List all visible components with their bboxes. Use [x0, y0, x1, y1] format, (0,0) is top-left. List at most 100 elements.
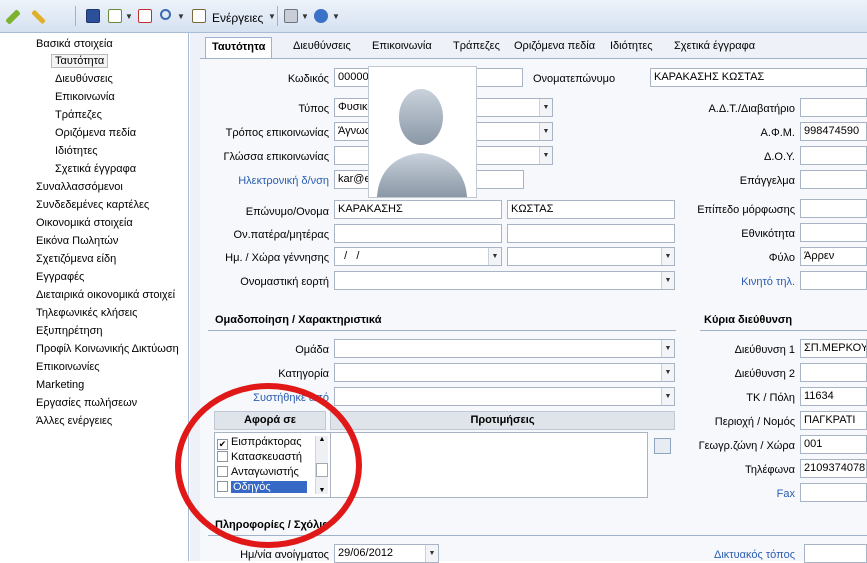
sidebar-item-custom-fields[interactable]: Οριζόμενα πεδία [55, 127, 136, 139]
sidebar-item-basic[interactable]: Βασικά στοιχεία [36, 38, 113, 50]
sidebar-item-identity[interactable]: Ταυτότητα [51, 54, 109, 68]
website-field[interactable] [804, 544, 867, 563]
actions-dropdown-chevron-icon[interactable]: ▼ [268, 12, 276, 21]
tab-banks[interactable]: Τράπεζες [447, 37, 506, 57]
sidebar-item-social-profile[interactable]: Προφίλ Κοινωνικής Δικτύωση [36, 343, 179, 355]
occupation-label: Επάγγελμα [739, 175, 795, 187]
opening-date-field[interactable]: 29/06/2012 ▼ [334, 544, 439, 563]
group-label: Ομάδα [295, 344, 329, 356]
sidebar-item-service[interactable]: Εξυπηρέτηση [36, 325, 103, 337]
sidebar-item-sellers[interactable]: Εικόνα Πωλητών [36, 235, 118, 247]
birthdate-field[interactable]: / / ▼ [334, 247, 502, 266]
zip-field[interactable]: 11634 [800, 387, 867, 406]
chevron-down-icon[interactable]: ▼ [661, 248, 674, 265]
preferences-box[interactable] [330, 432, 648, 498]
address2-field[interactable] [800, 363, 867, 382]
area-field[interactable]: ΠΑΓΚΡΑΤΙ [800, 411, 867, 430]
fullname-field[interactable]: ΚΑΡΑΚΑΣΗΣ ΚΩΣΤΑΣ [650, 68, 867, 87]
mother-field[interactable] [507, 224, 675, 243]
address1-field[interactable]: ΣΠ.ΜΕΡΚΟΥ [800, 339, 867, 358]
help-icon[interactable] [314, 9, 328, 23]
help-dropdown-chevron-icon[interactable]: ▼ [332, 12, 340, 21]
fax-label[interactable]: Fax [777, 488, 795, 500]
education-field[interactable] [800, 199, 867, 218]
sidebar: Βασικά στοιχεία Ταυτότητα Διευθύνσεις Επ… [0, 33, 189, 561]
surname-field[interactable]: ΚΑΡΑΚΑΣΗΣ [334, 200, 502, 219]
calendar-dropdown-icon[interactable]: ▼ [488, 248, 501, 265]
sidebar-item-documents[interactable]: Σχετικά έγγραφα [55, 163, 136, 175]
sidebar-item-other-actions[interactable]: Άλλες ενέργειες [36, 415, 112, 427]
chevron-down-icon[interactable]: ▼ [661, 364, 674, 381]
sidebar-item-communication[interactable]: Επικοινωνία [55, 91, 115, 103]
chevron-down-icon[interactable]: ▼ [661, 272, 674, 289]
new-record-icon[interactable] [108, 9, 122, 23]
email-label[interactable]: Ηλεκτρονική δ/νση [238, 175, 329, 187]
chevron-down-icon[interactable]: ▼ [539, 147, 552, 164]
father-field[interactable] [334, 224, 502, 243]
sidebar-item-traders[interactable]: Συναλλασσόμενοι [36, 181, 123, 193]
tab-identity[interactable]: Ταυτότητα [205, 37, 273, 59]
sidebar-item-communications[interactable]: Επικοινωνίες [36, 361, 100, 373]
list-picker-icon[interactable] [654, 438, 671, 454]
sidebar-item-linked-cards[interactable]: Συνδεδεμένες καρτέλες [36, 199, 149, 211]
avatar[interactable] [368, 66, 477, 198]
save-icon[interactable] [86, 9, 100, 23]
category-combo[interactable]: ▼ [334, 363, 675, 382]
sidebar-item-sales-tasks[interactable]: Εργασίες πωλήσεων [36, 397, 137, 409]
document-icon[interactable] [192, 9, 206, 23]
chevron-down-icon[interactable]: ▼ [539, 99, 552, 116]
website-label[interactable]: Δικτυακός τόπος [714, 549, 795, 561]
delete-icon[interactable] [138, 9, 152, 23]
search-icon[interactable] [160, 9, 171, 20]
chevron-down-icon[interactable]: ▼ [539, 123, 552, 140]
fax-field[interactable] [800, 483, 867, 502]
calendar-dropdown-icon[interactable]: ▼ [425, 545, 438, 562]
tax-office-label: Δ.Ο.Υ. [763, 151, 795, 163]
tax-office-field[interactable] [800, 146, 867, 165]
mobile-field[interactable] [800, 271, 867, 290]
sidebar-item-financial[interactable]: Οικονομικά στοιχεία [36, 217, 133, 229]
search-dropdown-chevron-icon[interactable]: ▼ [177, 12, 185, 21]
birth-country-combo[interactable]: ▼ [507, 247, 675, 266]
toolbar-separator [277, 6, 278, 26]
phone-field[interactable]: 2109374078 [800, 459, 867, 478]
chevron-down-icon[interactable]: ▼ [661, 388, 674, 405]
referred-by-combo[interactable]: ▼ [334, 387, 675, 406]
tab-communication[interactable]: Επικοινωνία [366, 37, 438, 57]
person-silhouette-icon [377, 89, 467, 197]
sidebar-item-intercompany[interactable]: Διεταιρικά οικονομικά στοιχεί [36, 289, 175, 301]
sidebar-item-banks[interactable]: Τράπεζες [55, 109, 102, 121]
tab-documents[interactable]: Σχετικά έγγραφα [668, 37, 761, 57]
sidebar-item-entries[interactable]: Εγγραφές [36, 271, 84, 283]
gender-field[interactable]: Άρρεν [800, 247, 867, 266]
tab-addresses[interactable]: Διευθύνσεις [287, 37, 357, 57]
afm-field[interactable]: 998474590 [800, 122, 867, 141]
opening-date-value: 29/06/2012 [338, 547, 394, 559]
occupation-field[interactable] [800, 170, 867, 189]
print-dropdown-chevron-icon[interactable]: ▼ [301, 12, 309, 21]
chevron-down-icon[interactable]: ▼ [661, 340, 674, 357]
category-label: Κατηγορία [278, 368, 329, 380]
id-field[interactable] [800, 98, 867, 117]
sidebar-item-properties[interactable]: Ιδιότητες [55, 145, 98, 157]
firstname-field[interactable]: ΚΩΣΤΑΣ [507, 200, 675, 219]
new-dropdown-chevron-icon[interactable]: ▼ [125, 12, 133, 21]
print-icon[interactable] [284, 9, 298, 23]
group-combo[interactable]: ▼ [334, 339, 675, 358]
geo-zone-field[interactable]: 001 [800, 435, 867, 454]
sidebar-item-addresses[interactable]: Διευθύνσεις [55, 73, 113, 85]
fullname-label: Ονοματεπώνυμο [533, 73, 616, 85]
tab-properties[interactable]: Ιδιότητες [604, 37, 659, 57]
tab-custom-fields[interactable]: Οριζόμενα πεδία [508, 37, 601, 57]
wand-icon[interactable] [31, 9, 46, 25]
nameday-combo[interactable]: ▼ [334, 271, 675, 290]
pencil-icon[interactable] [5, 9, 21, 25]
nationality-field[interactable] [800, 223, 867, 242]
sidebar-item-marketing[interactable]: Marketing [36, 379, 84, 391]
language-label: Γλώσσα επικοινωνίας [223, 151, 329, 163]
actions-menu-label[interactable]: Ενέργειες [212, 11, 263, 25]
sidebar-item-related-items[interactable]: Σχετιζόμενα είδη [36, 253, 116, 265]
gender-label: Φύλο [768, 252, 795, 264]
mobile-label[interactable]: Κινητό τηλ. [741, 276, 795, 288]
sidebar-item-phone-calls[interactable]: Τηλεφωνικές κλήσεις [36, 307, 137, 319]
